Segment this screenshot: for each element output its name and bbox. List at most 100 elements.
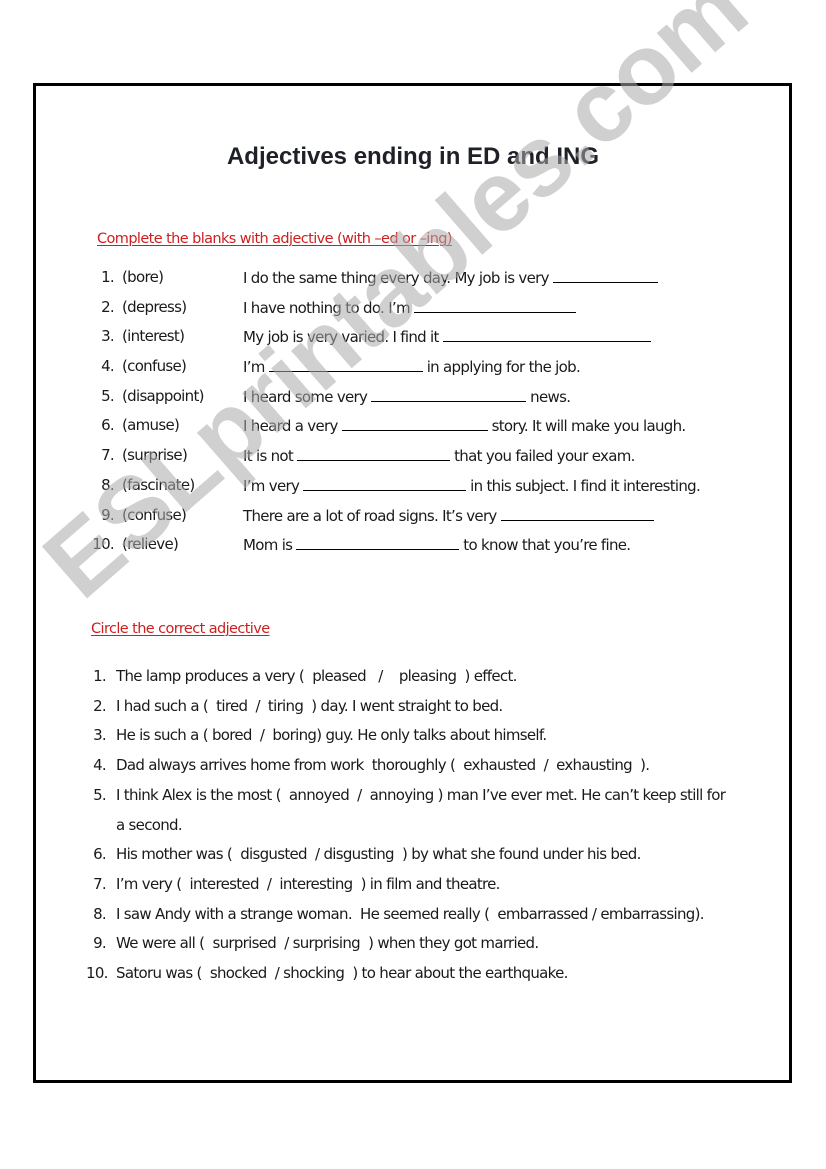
sentence-before-blank: I heard some very: [243, 387, 368, 406]
sentence: I do the same thing every day. My job is…: [243, 264, 662, 291]
item-number: 8.: [93, 904, 107, 923]
item-number: 4.: [101, 357, 115, 376]
exercise2-item: 5. I think Alex is the most ( annoyed / a…: [86, 781, 746, 840]
item-number: 5.: [93, 785, 107, 804]
sentence: He is such a ( bored / boring) guy. He o…: [116, 726, 547, 745]
exercise2-item: 7. I’m very ( interested / interesting ) …: [86, 870, 746, 900]
item-number: 3.: [101, 327, 115, 346]
sentence: I heard some very news.: [243, 383, 571, 410]
base-verb: (surprise): [122, 446, 188, 465]
base-verb: (fascinate): [122, 475, 195, 494]
exercise1-heading: Complete the blanks with adjective (with…: [97, 231, 453, 247]
sentence: I’m in applying for the job.: [243, 353, 581, 380]
answer-blank[interactable]: [297, 442, 451, 462]
answer-blank[interactable]: [303, 472, 467, 491]
exercise2-list: 1. The lamp produces a very ( pleased / p…: [86, 662, 746, 989]
exercise1-list: 1. (bore) I do the same thing every day. M…: [90, 264, 750, 561]
sentence: I’m very in this subject. I find it inter…: [243, 472, 701, 499]
base-verb: (relieve): [122, 535, 179, 554]
sentence-before-blank: I have nothing to do. I’m: [243, 298, 411, 317]
answer-blank[interactable]: [413, 294, 576, 313]
item-number: 2.: [93, 696, 107, 715]
exercise2-item: 9. We were all ( surprised / surprising )…: [86, 929, 746, 959]
sentence: I saw Andy with a strange woman. He seem…: [116, 904, 705, 923]
exercise1-item: 2. (depress) I have nothing to do. I’m: [90, 294, 750, 324]
item-number: 3.: [93, 726, 107, 745]
item-number: 6.: [93, 845, 107, 864]
sentence-before-blank: There are a lot of road signs. It’s very: [243, 506, 497, 525]
exercise2-item: 1. The lamp produces a very ( pleased / p…: [86, 662, 746, 692]
exercise2-item: 3. He is such a ( bored / boring) guy. He…: [86, 721, 746, 751]
base-verb: (amuse): [122, 416, 180, 435]
sentence: I’m very ( interested / interesting ) in…: [116, 874, 500, 893]
sentence-before-blank: My job is very varied. I find it: [243, 328, 439, 347]
base-verb: (interest): [122, 327, 185, 346]
base-verb: (depress): [122, 297, 187, 316]
exercise1-item: 8. (fascinate) I’m very in this subject. I …: [90, 472, 750, 502]
sentence-before-blank: I do the same thing every day. My job is…: [243, 269, 549, 287]
answer-blank[interactable]: [552, 264, 658, 283]
exercise1-item: 10. (relieve) Mom is to know that you’re fi…: [90, 531, 750, 561]
sentence: I think Alex is the most ( annoyed / ann…: [116, 785, 730, 834]
sentence-before-blank: I heard a very: [243, 417, 338, 436]
sentence: The lamp produces a very ( pleased / ple…: [116, 667, 517, 685]
sentence-after-blank: to know that you’re fine.: [463, 536, 631, 555]
sentence-before-blank: It is not: [243, 447, 294, 466]
sentence: It is not that you failed your exam.: [243, 442, 635, 469]
answer-blank[interactable]: [296, 531, 460, 551]
exercise2-item: 10. Satoru was ( shocked / shocking ) to …: [86, 959, 746, 989]
exercise1-item: 7. (surprise) It is not that you failed you…: [90, 442, 750, 472]
exercise1-item: 9. (confuse) There are a lot of road signs…: [90, 502, 750, 532]
exercise1-item: 1. (bore) I do the same thing every day. M…: [90, 264, 750, 294]
sentence-before-blank: I’m: [243, 358, 265, 377]
sentence: I heard a very story. It will make you la…: [243, 412, 686, 439]
item-number: 9.: [101, 505, 115, 524]
sentence: We were all ( surprised / surprising ) w…: [116, 934, 539, 953]
item-number: 1.: [93, 667, 107, 685]
sentence: My job is very varied. I find it: [243, 323, 655, 350]
item-number: 7.: [93, 874, 107, 893]
exercise1-item: 6. (amuse) I heard a very story. It will ma…: [90, 412, 750, 442]
base-verb: (confuse): [122, 505, 187, 524]
sentence: His mother was ( disgusted / disgusting …: [116, 845, 641, 864]
sentence: Mom is to know that you’re fine.: [243, 531, 631, 558]
answer-blank[interactable]: [268, 353, 423, 373]
page-title: Adjectives ending in ED and ING: [226, 143, 600, 170]
item-number: 6.: [101, 416, 115, 435]
sentence: Dad always arrives home from work thorou…: [116, 756, 650, 775]
exercise1-item: 4. (confuse) I’m in applying for the job.: [90, 353, 750, 383]
sentence-after-blank: news.: [530, 387, 571, 406]
sentence-before-blank: I’m very: [243, 476, 300, 495]
sentence-after-blank: story. It will make you laugh.: [491, 417, 687, 436]
item-number: 10.: [92, 535, 114, 554]
exercise1-item: 5. (disappoint) I heard some very news.: [90, 383, 750, 413]
item-number: 2.: [101, 297, 115, 316]
base-verb: (confuse): [122, 357, 187, 376]
sentence-after-blank: in applying for the job.: [426, 358, 581, 377]
answer-blank[interactable]: [442, 323, 651, 343]
item-number: 10.: [86, 964, 108, 983]
sentence: I have nothing to do. I’m: [243, 294, 580, 321]
item-number: 5.: [101, 386, 115, 405]
exercise2-item: 6. His mother was ( disgusted / disgustin…: [86, 840, 746, 870]
exercise2-heading: Circle the correct adjective: [91, 621, 270, 637]
answer-blank[interactable]: [371, 383, 527, 402]
item-number: 7.: [101, 446, 115, 465]
answer-blank[interactable]: [500, 502, 654, 521]
sentence-before-blank: Mom is: [243, 536, 293, 555]
item-number: 9.: [93, 934, 107, 953]
sentence-after-blank: that you failed your exam.: [454, 447, 635, 466]
sentence-after-blank: in this subject. I find it interesting.: [470, 476, 701, 495]
item-number: 1.: [101, 268, 115, 286]
sentence: I had such a ( tired / tiring ) day. I w…: [116, 696, 503, 715]
answer-blank[interactable]: [341, 412, 488, 432]
item-number: 4.: [93, 756, 107, 775]
exercise1-item: 3. (interest) My job is very varied. I fin…: [90, 323, 750, 353]
sentence: There are a lot of road signs. It’s very: [243, 502, 658, 529]
exercise2-item: 8. I saw Andy with a strange woman. He se…: [86, 900, 746, 930]
sentence: Satoru was ( shocked / shocking ) to hea…: [116, 964, 568, 983]
base-verb: (disappoint): [122, 386, 204, 405]
exercise2-item: 2. I had such a ( tired / tiring ) day. I…: [86, 692, 746, 722]
base-verb: (bore): [122, 268, 164, 286]
item-number: 8.: [101, 475, 115, 494]
